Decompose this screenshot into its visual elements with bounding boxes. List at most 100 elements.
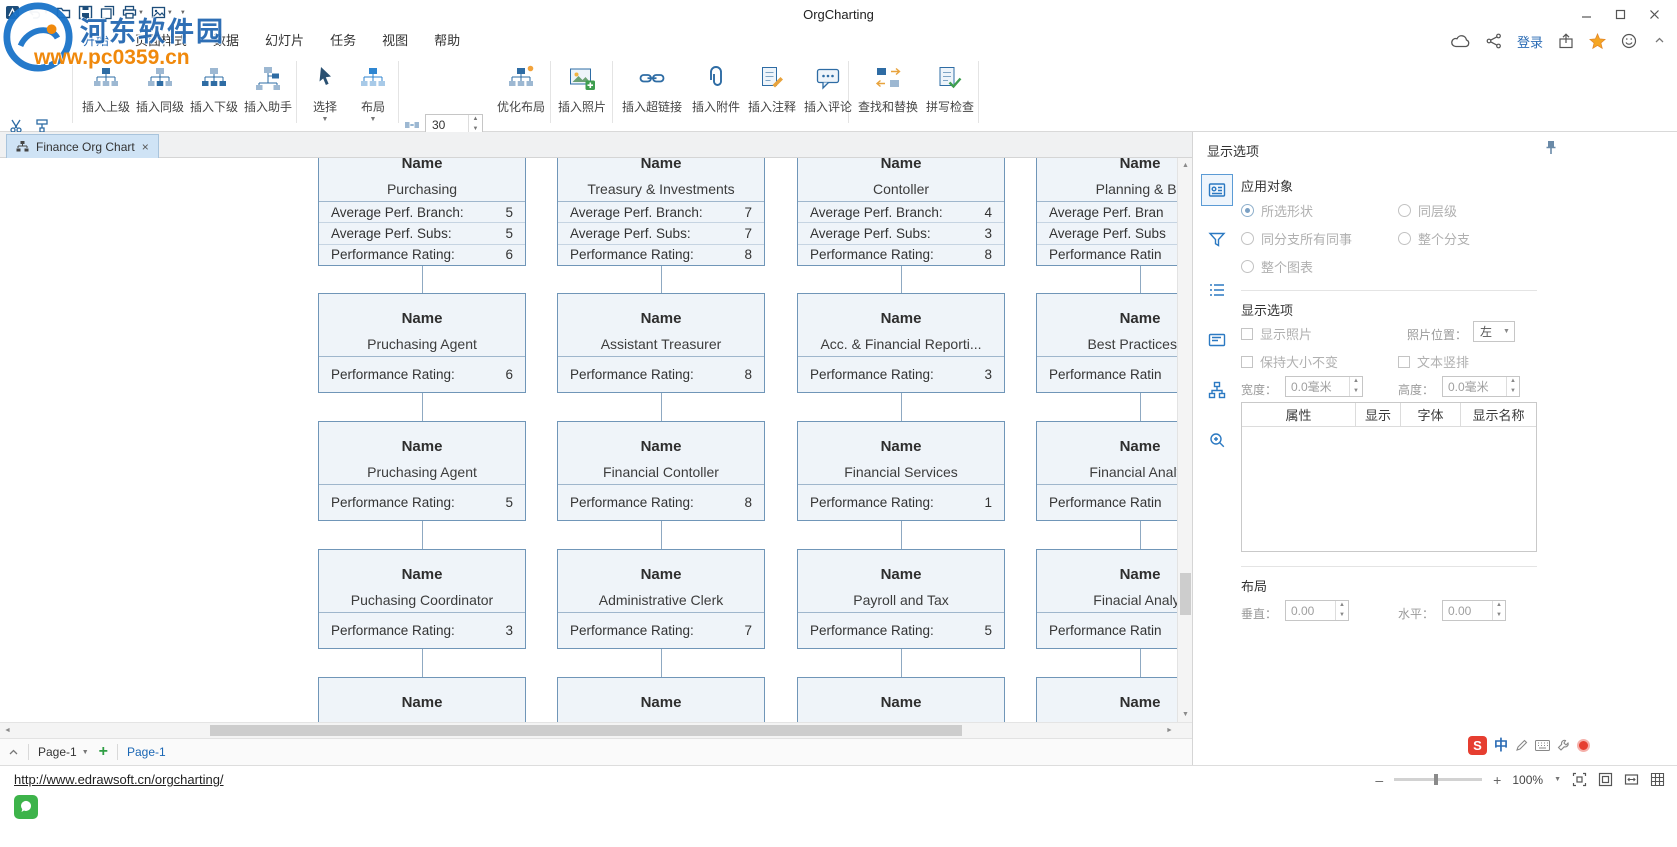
- ime-pen-icon[interactable]: [1515, 739, 1528, 752]
- spinner-arrows[interactable]: ▲▼: [1335, 601, 1348, 620]
- spin-down-icon[interactable]: ▼: [1336, 611, 1348, 621]
- spin-up-icon[interactable]: ▲: [1336, 601, 1348, 611]
- collapse-ribbon-icon[interactable]: [1654, 35, 1665, 46]
- spin-up-icon[interactable]: ▲: [469, 115, 482, 125]
- apply-option-0[interactable]: 所选形状: [1241, 202, 1313, 218]
- menu-tab-数据[interactable]: 数据: [200, 28, 252, 54]
- org-node[interactable]: NameFinacial AnalysPerformance Ratin: [1036, 549, 1177, 649]
- zoom-slider[interactable]: [1394, 778, 1482, 781]
- org-node[interactable]: NameFinancial ServicesPerformance Rating…: [797, 421, 1005, 521]
- page-list-caret-icon[interactable]: ▼: [82, 749, 89, 756]
- org-node[interactable]: NameAssistant TreasurerPerformance Ratin…: [557, 293, 765, 393]
- add-page-button[interactable]: +: [99, 743, 108, 761]
- panel-tab-structure[interactable]: [1201, 374, 1233, 406]
- login-link[interactable]: 登录: [1517, 32, 1543, 51]
- insert-hyperlink-button[interactable]: 插入超链接: [620, 58, 684, 128]
- share-icon[interactable]: [1486, 33, 1502, 49]
- canvas[interactable]: NamePurchasingAverage Perf. Branch:5Aver…: [0, 158, 1177, 722]
- org-node[interactable]: NameFinancial AnalysPerformance Ratin: [1036, 421, 1177, 521]
- org-node[interactable]: Name: [318, 677, 526, 722]
- zoom-value[interactable]: 100%: [1512, 773, 1543, 787]
- zoom-slider-thumb[interactable]: [1434, 774, 1438, 785]
- insert-comment-button[interactable]: 插入评论: [802, 58, 854, 128]
- tab-close-icon[interactable]: ×: [142, 140, 149, 154]
- org-node[interactable]: NamePruchasing AgentPerformance Rating:5: [318, 421, 526, 521]
- insert-note-button[interactable]: 插入注释: [746, 58, 798, 128]
- sogou-logo-icon[interactable]: S: [1468, 736, 1487, 755]
- org-node[interactable]: NameBest Practices InPerformance Ratin: [1036, 293, 1177, 393]
- org-node[interactable]: NamePuchasing CoordinatorPerformance Rat…: [318, 549, 526, 649]
- spinner-arrows[interactable]: ▲▼: [1506, 377, 1519, 396]
- scroll-right-icon[interactable]: ►: [1162, 723, 1177, 738]
- panel-tab-style[interactable]: [1201, 224, 1233, 256]
- active-page-tab[interactable]: Page-1: [127, 745, 166, 759]
- apply-option-4[interactable]: 整个图表: [1241, 258, 1313, 274]
- org-node[interactable]: NamePlanning & BuAverage Perf. BranAvera…: [1036, 158, 1177, 266]
- page-list-item[interactable]: Page-1: [38, 745, 77, 759]
- org-node[interactable]: Name: [1036, 677, 1177, 722]
- spin-up-icon[interactable]: ▲: [1350, 377, 1362, 387]
- scroll-left-icon[interactable]: ◄: [0, 723, 15, 738]
- org-node[interactable]: NameAcc. & Financial Reporti...Performan…: [797, 293, 1005, 393]
- panel-tab-zoom[interactable]: [1201, 424, 1233, 456]
- menu-tab-任务[interactable]: 任务: [317, 28, 369, 54]
- status-url-link[interactable]: http://www.edrawsoft.cn/orgcharting/: [14, 772, 224, 787]
- width-input[interactable]: 0.0毫米 ▲▼: [1285, 376, 1363, 397]
- org-node[interactable]: Name: [557, 677, 765, 722]
- ime-badge-icon[interactable]: [1577, 739, 1590, 752]
- spinner-arrows[interactable]: ▲▼: [1349, 377, 1362, 396]
- panel-tab-legend[interactable]: [1201, 274, 1233, 306]
- org-node[interactable]: NamePurchasingAverage Perf. Branch:5Aver…: [318, 158, 526, 266]
- org-node[interactable]: NameAdministrative ClerkPerformance Rati…: [557, 549, 765, 649]
- insert-attachment-button[interactable]: 插入附件: [690, 58, 742, 128]
- spell-check-button[interactable]: 拼写检查: [924, 58, 976, 128]
- zoom-in-icon[interactable]: +: [1493, 772, 1501, 788]
- height-input[interactable]: 0.0毫米 ▲▼: [1442, 376, 1520, 397]
- insert-assistant-button[interactable]: 插入助手: [242, 58, 294, 128]
- spin-down-icon[interactable]: ▼: [1507, 387, 1519, 397]
- spin-down-icon[interactable]: ▼: [1493, 611, 1505, 621]
- star-icon[interactable]: [1589, 33, 1606, 50]
- scroll-down-icon[interactable]: ▼: [1178, 707, 1193, 722]
- menu-tab-视图[interactable]: 视图: [369, 28, 421, 54]
- insert-parent-button[interactable]: 插入上级: [80, 58, 132, 128]
- qq-floating-icon[interactable]: [14, 795, 38, 819]
- close-button[interactable]: [1637, 0, 1671, 28]
- org-node[interactable]: NameTreasury & InvestmentsAverage Perf. …: [557, 158, 765, 266]
- keep-size-checkbox[interactable]: 保持大小不变: [1241, 352, 1338, 371]
- menu-tab-页面样式[interactable]: 页面样式: [122, 28, 200, 54]
- layout-button[interactable]: 布局 ▼: [350, 58, 396, 128]
- export-icon[interactable]: [1558, 33, 1574, 49]
- org-node[interactable]: Name: [797, 677, 1005, 722]
- spin-up-icon[interactable]: ▲: [1507, 377, 1519, 387]
- org-node[interactable]: NamePruchasing AgentPerformance Rating:6: [318, 293, 526, 393]
- apply-option-1[interactable]: 同层级: [1398, 202, 1457, 218]
- optimize-layout-button[interactable]: 优化布局: [494, 58, 548, 128]
- horizontal-scroll-thumb[interactable]: [210, 725, 962, 736]
- fit-selection-icon[interactable]: [1572, 772, 1587, 787]
- apply-option-2[interactable]: 同分支所有同事: [1241, 230, 1352, 246]
- insert-child-button[interactable]: 插入下级: [188, 58, 240, 128]
- collapse-pages-icon[interactable]: [8, 747, 19, 758]
- horizontal-scrollbar[interactable]: ◄ ►: [0, 722, 1192, 738]
- attribute-table[interactable]: 属性显示字体显示名称: [1241, 402, 1537, 552]
- pin-icon[interactable]: [1545, 140, 1557, 155]
- spin-up-icon[interactable]: ▲: [1493, 601, 1505, 611]
- show-photo-checkbox[interactable]: 显示照片: [1241, 324, 1312, 343]
- cloud-icon[interactable]: [1451, 34, 1471, 48]
- panel-tab-slide[interactable]: [1201, 324, 1233, 356]
- vertical-text-checkbox[interactable]: 文本竖排: [1398, 352, 1469, 371]
- photo-position-select[interactable]: 左 ▼: [1473, 321, 1515, 342]
- ime-language-indicator[interactable]: 中: [1494, 735, 1508, 755]
- ime-keyboard-icon[interactable]: [1535, 740, 1550, 751]
- menu-tab-幻灯片[interactable]: 幻灯片: [252, 28, 317, 54]
- vertical-scroll-thumb[interactable]: [1180, 573, 1191, 615]
- fit-width-icon[interactable]: [1624, 772, 1639, 787]
- vertical-scrollbar[interactable]: ▲ ▼: [1177, 158, 1192, 722]
- grid-view-icon[interactable]: [1650, 772, 1665, 787]
- menu-tab-开始[interactable]: 开始: [70, 28, 122, 54]
- spin-down-icon[interactable]: ▼: [1350, 387, 1362, 397]
- select-button[interactable]: 选择 ▼: [302, 58, 348, 128]
- spinner-arrows[interactable]: ▲▼: [1492, 601, 1505, 620]
- org-node[interactable]: NamePayroll and TaxPerformance Rating:5: [797, 549, 1005, 649]
